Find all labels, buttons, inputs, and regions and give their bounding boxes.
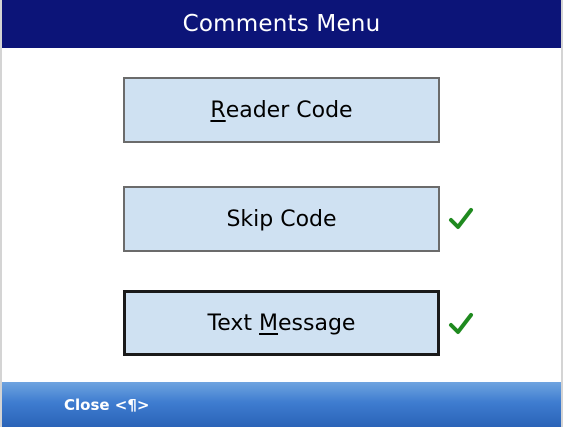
skip-code-checkmark-icon	[449, 208, 473, 229]
text-message-label: Text Message	[207, 310, 356, 336]
text-message-button[interactable]: Text Message	[123, 290, 440, 356]
reader-code-label: Reader Code	[210, 97, 353, 123]
mnemonic-letter: M	[259, 310, 279, 336]
skip-code-label: Skip Code	[226, 206, 337, 232]
text-message-checkmark-icon	[449, 313, 473, 334]
comments-menu-window: Comments Menu Reader Code Skip Code Text…	[0, 0, 563, 427]
title-bar: Comments Menu	[2, 0, 561, 48]
window-title: Comments Menu	[182, 11, 381, 37]
mnemonic-letter: R	[210, 97, 226, 123]
status-bar: Close <¶>	[2, 382, 561, 427]
close-softkey[interactable]: Close <¶>	[64, 396, 149, 414]
skip-code-button[interactable]: Skip Code	[123, 186, 440, 252]
reader-code-button[interactable]: Reader Code	[123, 77, 440, 143]
